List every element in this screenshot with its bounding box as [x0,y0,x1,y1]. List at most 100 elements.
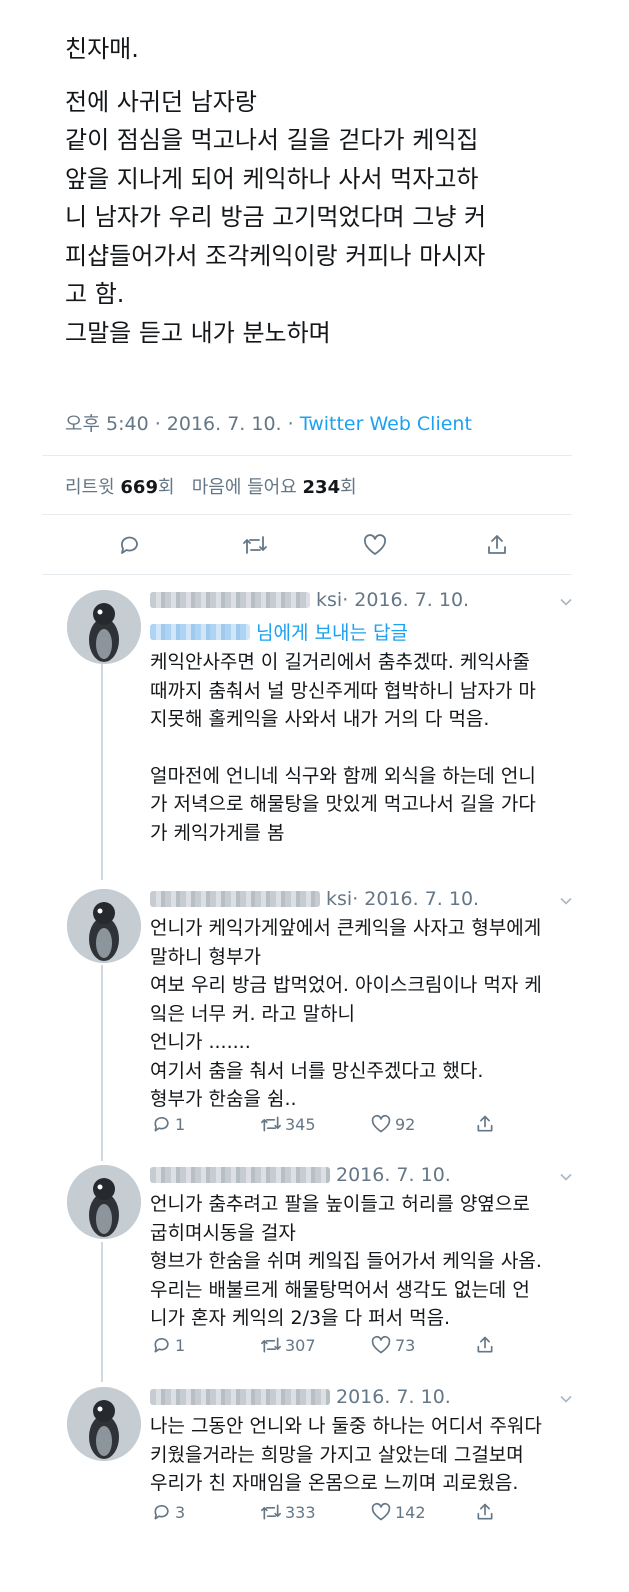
reply-icon [154,1116,169,1132]
like-count: 92 [395,1114,416,1134]
reply-text: 케익안사주면 이 길거리에서 춤추겠따. 케익사줄 때까지 춤춰서 널 망신주게… [150,651,536,844]
retweets-stat[interactable]: 리트윗 669회 [65,477,175,498]
redacted-name [150,1167,330,1183]
chevron-down-icon[interactable] [559,1170,573,1184]
retweet-icon [243,536,267,554]
reply-count: 1 [175,1114,186,1134]
reply-date[interactable]: 2016. 7. 10. [336,1386,451,1408]
share-button[interactable] [475,1335,495,1355]
heart-icon [371,1114,391,1133]
divider [42,574,572,575]
reply-date[interactable]: · 2016. 7. 10. [352,888,479,910]
reply-handle[interactable]: ksi [316,589,342,611]
retweet-button[interactable]: 333 [260,1502,316,1522]
chevron-down-icon[interactable] [559,1392,573,1406]
penguin-avatar-icon [67,1387,141,1461]
retweet-count: 345 [285,1114,316,1134]
share-button[interactable] [482,530,512,560]
penguin-avatar-icon [67,889,141,963]
reply-button[interactable]: 1 [152,1335,185,1355]
reply-actions: 3 333 142 [150,1502,510,1526]
reply-button[interactable]: 3 [152,1502,185,1522]
like-button[interactable]: 142 [370,1502,426,1522]
reply-text: 나는 그동안 언니와 나 둘중 하나는 어디서 주워다 키웠을거라는 희망을 가… [150,1415,542,1494]
reply-text: 언니가 케익가게앞에서 큰케익을 사자고 형부에게 말하니 형부가 여보 우리 … [150,917,542,1110]
tweet-line: 친자매. [65,35,139,63]
share-icon [477,1503,493,1520]
tweet-client-link[interactable]: Twitter Web Client [300,413,472,435]
reply-header: 2016. 7. 10. [150,1386,451,1408]
chevron-down-icon[interactable] [559,595,573,609]
likes-stat[interactable]: 마음에 들어요 234회 [192,477,357,498]
redacted-handle [150,623,250,640]
like-count: 142 [395,1502,426,1522]
tweet-line: 앞을 지나게 되어 케익하나 사서 먹자고하 [65,164,479,193]
tweet-line: 고 함. [65,280,125,308]
tweet-actions [0,530,629,560]
share-button[interactable] [475,1502,495,1522]
chevron-down-icon[interactable] [559,894,573,908]
tweet-time[interactable]: 오후 5:40 · 2016. 7. 10. · [65,413,300,435]
like-button[interactable]: 73 [370,1335,415,1355]
share-icon [477,1115,493,1132]
tweet-line: 그말을 듣고 내가 분노하며 [65,318,331,347]
reply-date[interactable]: 2016. 7. 10. [336,1164,451,1186]
reply-icon [121,536,138,554]
heart-icon [371,1502,391,1521]
reply-actions: 1 307 73 [150,1335,510,1359]
reply-header: ksi · 2016. 7. 10. [150,888,479,910]
reply-tweet[interactable]: ksi · 2016. 7. 10. 언니가 케익가게앞에서 큰케익을 사자고 형… [0,884,629,1144]
reply-tweet[interactable]: ksi · 2016. 7. 10. 님에게 보내는 답글 케익안사주면 이 길거… [0,585,629,875]
like-button[interactable]: 92 [370,1114,415,1134]
tweet-line: 같이 점심을 먹고나서 길을 걷다가 케익집 [65,126,479,154]
tweet-line: 니 남자가 우리 방금 고기먹었다며 그냥 커 [65,203,487,231]
divider [42,514,572,515]
tweet-text: 친자매. 전에 사귀던 남자랑 같이 점심을 먹고나서 길을 걷다가 케익집 앞… [65,30,585,352]
reply-button[interactable] [115,530,145,560]
tweet-timestamp: 오후 5:40 · 2016. 7. 10. · Twitter Web Cli… [65,409,472,436]
reply-header: 2016. 7. 10. [150,1164,451,1186]
reply-count: 1 [175,1335,186,1355]
penguin-avatar-icon [67,1165,141,1239]
redacted-name [150,1389,330,1405]
redacted-name [150,592,310,608]
reply-text: 언니가 춤추려고 팔을 높이들고 허리를 양옆으로 굽히며시동을 걸자 형브가 … [150,1193,542,1329]
heart-icon [363,534,387,555]
reply-icon [154,1337,169,1353]
retweet-button[interactable] [240,530,270,560]
penguin-avatar-icon [67,590,141,664]
retweet-button[interactable]: 345 [260,1114,316,1134]
retweet-button[interactable]: 307 [260,1335,316,1355]
like-count: 73 [395,1335,416,1355]
reply-date[interactable]: · 2016. 7. 10. [342,589,469,611]
tweet-line: 전에 사귀던 남자랑 [65,87,257,116]
retweet-icon [261,1337,281,1353]
avatar[interactable] [67,889,141,963]
retweet-icon [261,1504,281,1520]
heart-icon [371,1335,391,1354]
avatar[interactable] [67,1165,141,1239]
tweet-line: 피샵들어가서 조각케익이랑 커피나 마시자 [65,241,486,270]
like-button[interactable] [360,530,390,560]
reply-handle[interactable]: ksi [326,888,352,910]
share-button[interactable] [475,1114,495,1134]
retweet-icon [261,1116,281,1132]
avatar[interactable] [67,1387,141,1461]
reply-actions: 1 345 92 [150,1114,510,1138]
share-icon [488,535,506,554]
retweet-count: 307 [285,1335,316,1355]
main-tweet: 친자매. 전에 사귀던 남자랑 같이 점심을 먹고나서 길을 걷다가 케익집 앞… [65,30,585,352]
reply-icon [154,1504,169,1520]
reply-count: 3 [175,1502,186,1522]
reply-tweet[interactable]: 2016. 7. 10. 나는 그동안 언니와 나 둘중 하나는 어디서 주워다… [0,1382,629,1542]
reply-button[interactable]: 1 [152,1114,185,1134]
tweet-stats: 리트윗 669회 마음에 들어요 234회 [65,473,357,499]
retweet-count: 333 [285,1502,316,1522]
redacted-name [150,891,320,907]
avatar[interactable] [67,590,141,664]
reply-header: ksi · 2016. 7. 10. [150,589,469,611]
divider [42,455,572,456]
reply-tweet[interactable]: 2016. 7. 10. 언니가 춤추려고 팔을 높이들고 허리를 양옆으로 굽… [0,1160,629,1370]
reply-to: 님에게 보내는 답글 [150,618,408,645]
share-icon [477,1336,493,1353]
